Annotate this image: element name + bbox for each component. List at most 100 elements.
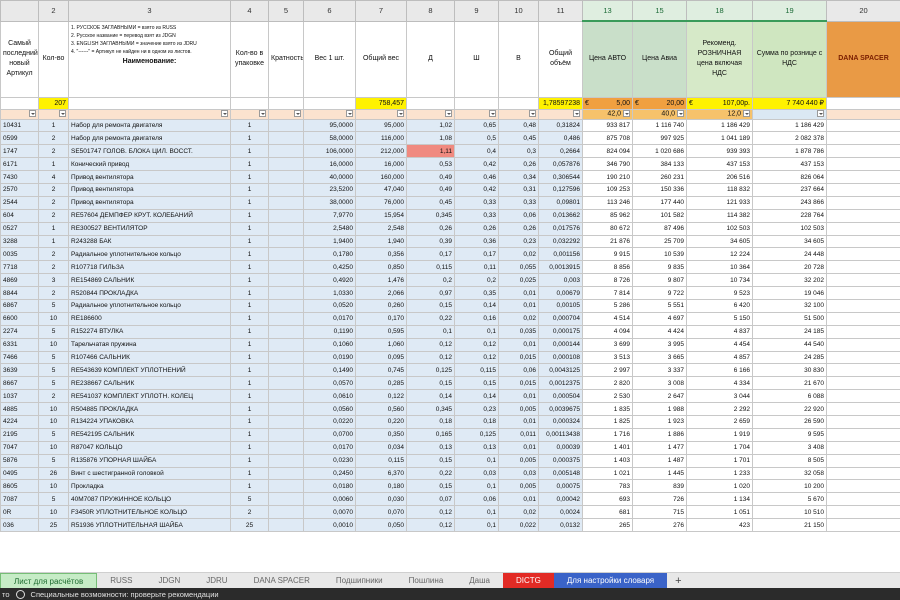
- multiplicity-cell[interactable]: [268, 260, 304, 275]
- pack-cell[interactable]: 1: [230, 131, 269, 146]
- qty-cell[interactable]: 2: [38, 131, 69, 146]
- length-cell[interactable]: 0,07: [406, 492, 455, 507]
- qty-cell[interactable]: 1: [38, 157, 69, 172]
- name-cell[interactable]: F3450R УПЛОТНИТЕЛЬНОЕ КОЛЬЦО: [68, 505, 231, 520]
- article-cell[interactable]: 0035: [0, 247, 39, 262]
- length-cell[interactable]: 0,49: [406, 182, 455, 197]
- retail-sum-cell[interactable]: 24 185: [752, 324, 827, 339]
- pack-cell[interactable]: 1: [230, 170, 269, 184]
- retail-sum-cell[interactable]: 22 920: [752, 402, 827, 416]
- pack-cell[interactable]: 1: [230, 298, 269, 313]
- sheet-tab[interactable]: Пошлина: [396, 573, 457, 589]
- dana-cell[interactable]: [826, 273, 900, 288]
- volume-cell[interactable]: 0,000144: [538, 337, 583, 352]
- width-cell[interactable]: 0,36: [454, 234, 499, 249]
- pack-cell[interactable]: 1: [230, 195, 269, 210]
- retail-sum-cell[interactable]: 9 595: [752, 427, 827, 442]
- multiplicity-cell[interactable]: [268, 286, 304, 300]
- price-avia-cell[interactable]: 2 647: [632, 389, 687, 404]
- accessibility-icon[interactable]: [15, 589, 25, 599]
- qty-cell[interactable]: 5: [38, 453, 69, 468]
- height-cell[interactable]: 0,23: [498, 234, 539, 249]
- filter-dropdown-icon[interactable]: [29, 110, 36, 118]
- multiplicity-cell[interactable]: [268, 324, 304, 339]
- header-volume[interactable]: Общий объём: [538, 20, 583, 98]
- article-cell[interactable]: 3288: [0, 234, 39, 249]
- volume-cell[interactable]: 0,09801: [538, 195, 583, 210]
- pack-cell[interactable]: 1: [230, 376, 269, 391]
- dana-cell[interactable]: [826, 363, 900, 378]
- pack-cell[interactable]: 1: [230, 414, 269, 429]
- article-cell[interactable]: 6867: [0, 298, 39, 313]
- col-header[interactable]: 6: [303, 0, 356, 22]
- width-cell[interactable]: 0,14: [454, 298, 499, 313]
- width-cell[interactable]: 0,5: [454, 131, 499, 146]
- length-cell[interactable]: 0,12: [406, 505, 455, 520]
- retail-price-cell[interactable]: 118 832: [686, 182, 753, 197]
- unit-weight-cell[interactable]: 2,5480: [303, 221, 356, 236]
- retail-sum-cell[interactable]: 826 064: [752, 170, 827, 184]
- retail-sum-cell[interactable]: 102 503: [752, 221, 827, 236]
- name-cell[interactable]: Конический привод: [68, 157, 231, 172]
- qty-cell[interactable]: 5: [38, 376, 69, 391]
- multiplicity-cell[interactable]: [268, 157, 304, 172]
- pack-cell[interactable]: 1: [230, 247, 269, 262]
- volume-cell[interactable]: 0,000324: [538, 414, 583, 429]
- article-cell[interactable]: 2544: [0, 195, 39, 210]
- price-avia-cell[interactable]: 726: [632, 492, 687, 507]
- qty-cell[interactable]: 2: [38, 247, 69, 262]
- price-avia-cell[interactable]: 715: [632, 505, 687, 520]
- retail-sum-cell[interactable]: 24 448: [752, 247, 827, 262]
- height-cell[interactable]: 0,31: [498, 182, 539, 197]
- header-retail-sum[interactable]: Сумма по рознице с НДС: [752, 20, 827, 98]
- width-cell[interactable]: 0,35: [454, 286, 499, 300]
- width-cell[interactable]: 0,12: [454, 350, 499, 365]
- multiplicity-cell[interactable]: [268, 208, 304, 223]
- pack-cell[interactable]: 1: [230, 389, 269, 404]
- pack-cell[interactable]: 1: [230, 273, 269, 288]
- total-weight-cell[interactable]: 212,000: [355, 144, 407, 159]
- retail-sum-cell[interactable]: 26 590: [752, 414, 827, 429]
- sheet-tab[interactable]: Подшипники: [323, 573, 396, 589]
- price-auto-cell[interactable]: 3 699: [582, 337, 633, 352]
- dana-cell[interactable]: [826, 170, 900, 184]
- sheet-tab[interactable]: Даша: [456, 573, 503, 589]
- retail-price-cell[interactable]: 4 837: [686, 324, 753, 339]
- header-price-avia[interactable]: Цена Авиа: [632, 20, 687, 98]
- total-weight-cell[interactable]: 0,030: [355, 492, 407, 507]
- height-cell[interactable]: 0,035: [498, 324, 539, 339]
- retail-price-cell[interactable]: 3 044: [686, 389, 753, 404]
- name-cell[interactable]: RE186600: [68, 311, 231, 326]
- name-cell[interactable]: RE57604 ДЕМПФЕР КРУТ. КОЛЕБАНИЙ: [68, 208, 231, 223]
- qty-cell[interactable]: 5: [38, 350, 69, 365]
- retail-sum-cell[interactable]: 32 202: [752, 273, 827, 288]
- dana-cell[interactable]: [826, 350, 900, 365]
- price-avia-cell[interactable]: 25 709: [632, 234, 687, 249]
- retail-price-cell[interactable]: 423: [686, 518, 753, 532]
- retail-sum-cell[interactable]: 2 082 378: [752, 131, 827, 146]
- multiplicity-cell[interactable]: [268, 505, 304, 520]
- total-weight-cell[interactable]: 0,170: [355, 311, 407, 326]
- unit-weight-cell[interactable]: 0,0010: [303, 518, 356, 532]
- col-header[interactable]: 11: [538, 0, 583, 22]
- filter-dropdown-icon[interactable]: [817, 110, 824, 118]
- article-cell[interactable]: 6600: [0, 311, 39, 326]
- filter-dropdown-icon[interactable]: [743, 110, 750, 118]
- pack-cell[interactable]: 1: [230, 453, 269, 468]
- dana-cell[interactable]: [826, 453, 900, 468]
- dana-cell[interactable]: [826, 402, 900, 416]
- volume-cell[interactable]: 0,00113438: [538, 427, 583, 442]
- width-cell[interactable]: 0,13: [454, 440, 499, 455]
- sheet-tab[interactable]: JDRU: [193, 573, 240, 589]
- total-weight-cell[interactable]: 1,476: [355, 273, 407, 288]
- multiplicity-cell[interactable]: [268, 144, 304, 159]
- name-cell[interactable]: R87047 КОЛЬЦО: [68, 440, 231, 455]
- pack-cell[interactable]: 1: [230, 157, 269, 172]
- volume-cell[interactable]: 0,000504: [538, 389, 583, 404]
- article-cell[interactable]: 7047: [0, 440, 39, 455]
- price-avia-cell[interactable]: 1 988: [632, 402, 687, 416]
- dana-cell[interactable]: [826, 144, 900, 159]
- retail-sum-cell[interactable]: 21 150: [752, 518, 827, 532]
- volume-cell[interactable]: 0,00679: [538, 286, 583, 300]
- total-weight-cell[interactable]: 0,356: [355, 247, 407, 262]
